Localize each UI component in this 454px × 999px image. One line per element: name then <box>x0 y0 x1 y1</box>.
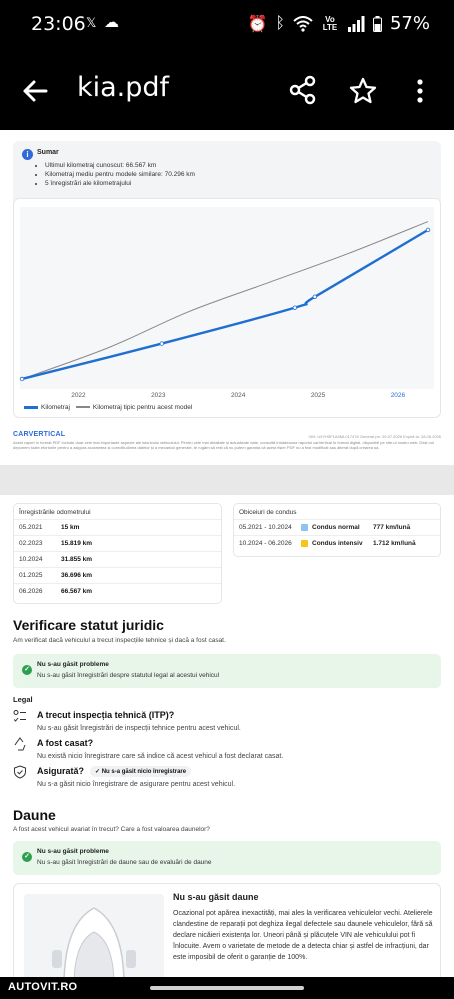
table-row: 10.2024 - 06.2026 Condus intensiv 1.712 … <box>234 535 440 551</box>
x-app-icon: 𝕏 <box>86 15 97 30</box>
chart-canvas: 2022 2023 2024 2025 2026 <box>19 207 434 399</box>
summary-list: Ultimul kilometraj cunoscut: 66.567 km K… <box>45 161 195 188</box>
alarm-icon: ⏰ <box>247 15 268 33</box>
data-point <box>292 305 298 310</box>
info-icon: i <box>22 149 33 160</box>
data-point <box>159 341 164 346</box>
legend-item-mileage: Kilometraj <box>24 404 70 411</box>
status-bar: 23:06 𝕏 ☁ ⏰ ᛒ Vo LTE 57% <box>0 0 454 52</box>
summary-item: 5 înregistrări ale kilometrajului <box>45 179 195 188</box>
mileage-chart: 2022 2023 2024 2025 2026 Kilometraj Kilometr… <box>13 198 441 418</box>
data-point <box>312 294 318 300</box>
report-meta: VIN: U5YH5F1A0ML017478 Generat pe: 29.07… <box>308 434 441 439</box>
pdf-page-2[interactable]: Înregistrările odometrului 05.2021 15 km … <box>0 495 454 977</box>
clock: 23:06 <box>31 13 86 35</box>
ad-banner[interactable]: AUTOVIT.RO <box>0 977 454 999</box>
document-title: kia.pdf <box>77 72 170 103</box>
x-tick-label: 2026 <box>391 392 406 399</box>
summary-item: Kilometraj mediu pentru modele similare:… <box>45 170 195 179</box>
checklist-icon <box>13 710 26 722</box>
cloud-icon: ☁ <box>104 14 119 31</box>
normal-driving-swatch <box>301 524 308 531</box>
more-options-icon[interactable] <box>410 76 430 106</box>
table-row: 06.2026 66.567 km <box>14 583 221 599</box>
x-tick-label: 2025 <box>311 392 326 399</box>
no-damage-title: Nu s-au găsit daune <box>173 892 259 902</box>
driving-habits-table: Obiceiuri de condus 05.2021 - 10.2024 Co… <box>233 503 441 557</box>
bluetooth-icon: ᛒ <box>275 14 285 32</box>
damage-ok-box: ✓ Nu s-au găsit probleme Nu s-au găsit î… <box>13 841 441 875</box>
app-bar: kia.pdf <box>0 52 454 130</box>
back-arrow-icon[interactable] <box>20 76 50 106</box>
pdf-page-1[interactable]: i Sumar Ultimul kilometraj cunoscut: 66.… <box>0 130 454 465</box>
car-top-view-illustration <box>24 894 164 977</box>
driving-habits-title: Obiceiuri de condus <box>239 509 297 516</box>
disclaimer-text: Acest raport în format PDF include doar … <box>13 440 434 450</box>
table-row: 05.2021 - 10.2024 Condus normal 777 km/l… <box>234 519 440 535</box>
battery-percent: 57% <box>389 13 430 34</box>
damage-section-subtitle: A fost acest vehicul avariat în trecut? … <box>13 826 210 833</box>
check-circle-icon: ✓ <box>22 665 32 675</box>
system-icons: ⏰ ᛒ Vo LTE 57% <box>247 13 430 34</box>
table-row: 01.2025 36.696 km <box>14 567 221 583</box>
shield-check-icon <box>14 765 26 779</box>
share-icon[interactable] <box>288 75 318 105</box>
recycle-icon <box>14 737 26 751</box>
x-tick-label: 2023 <box>151 392 166 399</box>
no-record-badge: ✓ Nu s-a găsit nicio înregistrare <box>90 766 192 777</box>
legal-section-subtitle: Am verificat dacă vehiculul a trecut ins… <box>13 637 226 644</box>
x-tick-label: 2024 <box>231 392 246 399</box>
document-footer: CARVERTICAL VIN: U5YH5F1A0ML017478 Gener… <box>13 431 441 450</box>
legend-item-typical: Kilometraj tipic pentru acest model <box>75 404 192 411</box>
inspection-item: A trecut inspecția tehnică (ITP)? Nu s-a… <box>13 709 441 737</box>
legal-label: Legal <box>13 695 33 704</box>
legal-section-title: Verificare statut juridic <box>13 617 164 633</box>
intensive-driving-swatch <box>301 540 308 547</box>
no-damage-card: Nu s-au găsit daune Ocazional pot apărea… <box>13 883 441 977</box>
no-damage-text: Ocazional pot apărea inexactități, mai a… <box>173 910 433 961</box>
drag-handle[interactable] <box>150 986 304 990</box>
table-row: 10.2024 31.855 km <box>14 551 221 567</box>
summary-item: Ultimul kilometraj cunoscut: 66.567 km <box>45 161 195 170</box>
volte-indicator: Vo LTE <box>322 14 338 32</box>
scrapped-item: A fost casat? Nu există nicio înregistra… <box>13 737 441 765</box>
data-point <box>425 227 431 233</box>
odometer-table: Înregistrările odometrului 05.2021 15 km … <box>13 503 222 604</box>
x-tick-label: 2022 <box>71 392 86 399</box>
damage-section-title: Daune <box>13 807 56 823</box>
page-gap <box>0 465 454 495</box>
signal-icon <box>347 15 365 32</box>
table-row: 02.2023 15.819 km <box>14 535 221 551</box>
data-point <box>19 376 25 382</box>
table-row: 05.2021 15 km <box>14 519 221 535</box>
insurance-item: Asigurată? ✓ Nu s-a găsit nicio înregistr… <box>13 765 441 793</box>
wifi-icon <box>293 15 313 32</box>
battery-icon <box>372 15 382 32</box>
chart-legend: Kilometraj Kilometraj tipic pentru acest… <box>24 404 192 411</box>
check-circle-icon: ✓ <box>22 852 32 862</box>
summary-title: Sumar <box>37 149 59 156</box>
legal-ok-box: ✓ Nu s-au găsit probleme Nu s-au găsit î… <box>13 654 441 688</box>
odometer-table-title: Înregistrările odometrului <box>19 509 91 516</box>
autovit-logo[interactable]: AUTOVIT.RO <box>8 981 77 993</box>
star-icon[interactable] <box>348 76 378 106</box>
